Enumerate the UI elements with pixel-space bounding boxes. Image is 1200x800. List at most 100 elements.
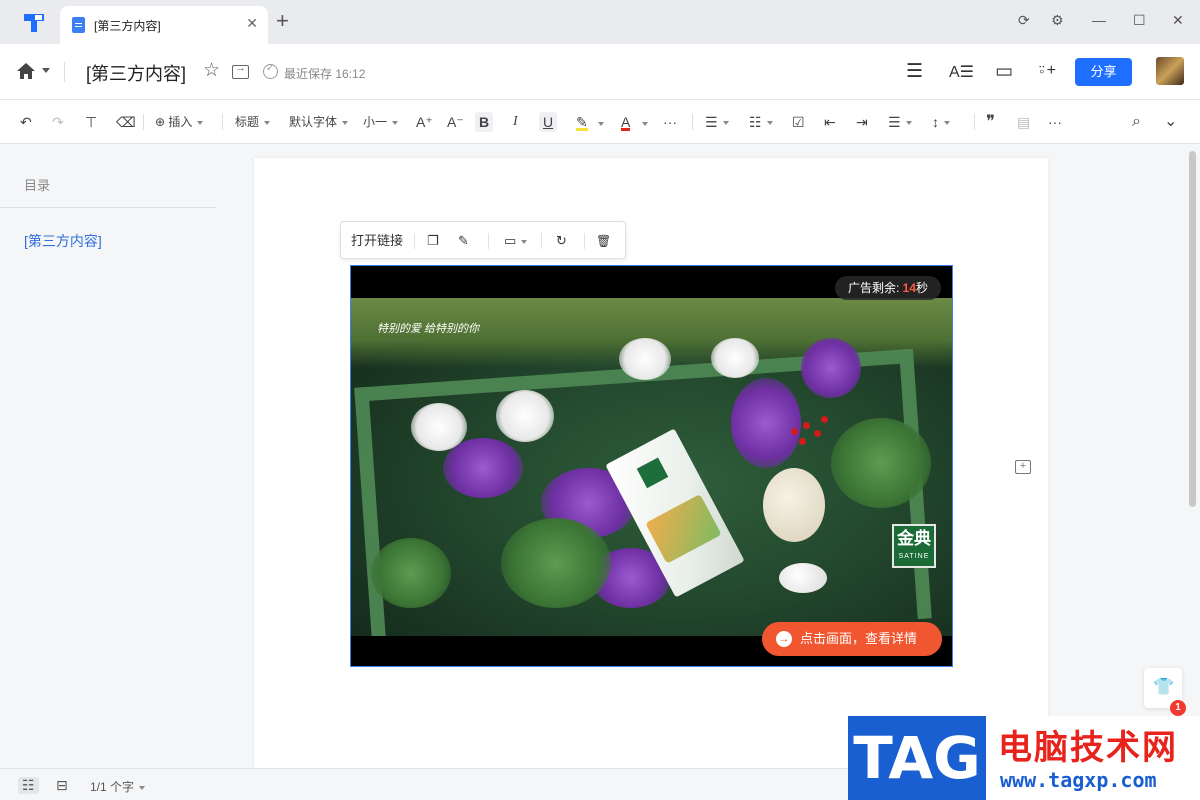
settings-icon[interactable]: ⚙ xyxy=(1051,12,1064,29)
underline-button[interactable]: U xyxy=(539,112,558,132)
more-format-icon[interactable]: ··· xyxy=(663,112,677,132)
window-close-icon[interactable]: ✕ xyxy=(1172,12,1184,29)
bullet-list-icon[interactable]: ☰ xyxy=(705,112,729,132)
lavender xyxy=(443,438,523,498)
clear-format-icon[interactable]: ⌫ xyxy=(116,112,136,132)
toolbar-divider xyxy=(692,114,693,130)
sync-icon[interactable]: ⟳ xyxy=(1018,12,1030,29)
outdent-icon[interactable]: ⇤ xyxy=(824,112,836,132)
copy-icon[interactable]: ❐ xyxy=(427,232,439,250)
watermark-site-name: 电脑技术网 xyxy=(998,729,1178,767)
delete-icon[interactable]: 🗑 xyxy=(596,232,611,250)
document-page[interactable]: 打开链接 ❐ ✎ ▭ ↻ 🗑 特别的爱 给特别的你 金典 SATINE 广告剩余… xyxy=(254,158,1048,770)
red-berry xyxy=(814,430,821,437)
refresh-icon[interactable]: ↻ xyxy=(556,232,567,250)
tab-bar: [第三方内容] ✕ + ⟳ ⚙ — ☐ ✕ xyxy=(0,0,1200,44)
open-link-button[interactable]: 打开链接 xyxy=(351,232,403,250)
indent-icon[interactable]: ⇥ xyxy=(856,112,868,132)
word-count[interactable]: 1/1 个字 xyxy=(90,778,146,795)
ad-details-button[interactable]: → 点击画面，查看详情 xyxy=(762,622,942,656)
shirt-icon: 👕 xyxy=(1153,677,1175,696)
carton-logo xyxy=(636,457,669,489)
red-berry xyxy=(791,428,798,435)
share-button[interactable]: 分享 xyxy=(1075,58,1132,86)
tab-title: [第三方内容] xyxy=(94,19,161,33)
add-comment-icon[interactable]: + xyxy=(1015,460,1031,474)
italic-button[interactable]: I xyxy=(513,112,518,132)
close-tab-icon[interactable]: ✕ xyxy=(246,15,258,32)
document-icon xyxy=(72,17,85,33)
text-style-icon[interactable]: A☰ xyxy=(949,62,974,82)
outline-view-icon[interactable]: ☷ xyxy=(18,777,39,794)
embedded-ad-video[interactable]: 特别的爱 给特别的你 金典 SATINE 广告剩余: 14秒 → 点击画面，查看… xyxy=(350,265,953,667)
toolbar-divider xyxy=(974,114,975,130)
app-logo-icon[interactable] xyxy=(22,12,46,34)
divider-line-icon[interactable]: ▤ xyxy=(1017,112,1030,132)
star-icon[interactable]: ☆ xyxy=(203,59,220,82)
numbered-list-icon[interactable]: ☷ xyxy=(749,112,773,132)
new-tab-icon[interactable]: + xyxy=(276,10,289,32)
heading-select[interactable]: 标题 xyxy=(235,112,271,132)
menu-icon[interactable]: ☰ xyxy=(906,60,923,83)
outline-item[interactable]: [第三方内容] xyxy=(24,231,102,251)
home-icon[interactable] xyxy=(16,62,36,80)
watermark-url: www.tagxp.com xyxy=(1000,768,1157,792)
move-to-folder-icon[interactable] xyxy=(232,62,249,79)
ad-details-label: 点击画面，查看详情 xyxy=(800,631,918,646)
checklist-icon[interactable]: ☑ xyxy=(792,112,805,132)
cotton-flower xyxy=(711,338,759,378)
highlight-icon[interactable]: ✎ xyxy=(576,112,588,131)
cotton-flower xyxy=(496,390,554,442)
outline-divider xyxy=(0,207,216,208)
scrollbar-thumb[interactable] xyxy=(1189,151,1196,507)
home-menu-caret-icon[interactable] xyxy=(42,68,50,73)
ad-countdown: 广告剩余: 14秒 xyxy=(835,276,941,300)
more-insert-icon[interactable]: ··· xyxy=(1048,112,1062,132)
present-icon[interactable]: ▭ xyxy=(995,60,1013,83)
painted-stone xyxy=(763,468,825,542)
save-status: 最近保存 16:12 xyxy=(284,67,366,81)
align-icon[interactable]: ☰ xyxy=(888,112,912,132)
carton-artwork xyxy=(645,494,722,564)
minimize-icon[interactable]: — xyxy=(1092,12,1106,28)
red-berry xyxy=(821,416,828,423)
outline-title: 目录 xyxy=(24,178,51,193)
collapse-toolbar-icon[interactable]: ⌄ xyxy=(1164,112,1177,132)
red-berry xyxy=(803,422,810,429)
embed-toolbar-divider xyxy=(488,233,489,249)
page-view-icon[interactable]: ⊟ xyxy=(56,777,68,794)
white-stone xyxy=(779,563,827,593)
decrease-font-icon[interactable]: A⁻ xyxy=(447,112,464,132)
font-size-select[interactable]: 小一 xyxy=(363,112,399,132)
avatar[interactable] xyxy=(1156,57,1184,85)
scrollbar[interactable] xyxy=(1185,145,1200,768)
add-collaborator-icon[interactable]: ⍤+ xyxy=(1037,62,1056,80)
bold-button[interactable]: B xyxy=(475,112,494,132)
format-painter-icon[interactable]: ⊤ xyxy=(85,112,97,132)
undo-icon[interactable]: ↶ xyxy=(20,112,32,132)
arrow-right-icon: → xyxy=(776,631,792,647)
skin-button[interactable]: 👕 1 xyxy=(1144,668,1186,716)
insert-button[interactable]: ⊕ 插入 xyxy=(155,112,204,132)
green-leaves xyxy=(371,538,451,608)
embed-toolbar-divider xyxy=(584,233,585,249)
search-icon[interactable]: ⌕ xyxy=(1132,112,1141,132)
edit-icon[interactable]: ✎ xyxy=(458,232,469,250)
font-select[interactable]: 默认字体 xyxy=(289,112,349,132)
redo-icon[interactable]: ↷ xyxy=(52,112,64,132)
maximize-icon[interactable]: ☐ xyxy=(1133,12,1146,29)
green-leaves xyxy=(501,518,611,608)
font-color-icon[interactable]: A xyxy=(621,112,631,131)
cotton-flower xyxy=(619,338,671,380)
quote-icon[interactable]: ❞ xyxy=(986,112,995,132)
ad-caption: 特别的爱 给特别的你 xyxy=(377,323,480,335)
document-title[interactable]: [第三方内容] xyxy=(86,60,186,86)
outline-panel: 目录 [第三方内容] xyxy=(0,145,216,768)
embed-toolbar-divider xyxy=(541,233,542,249)
embed-toolbar-divider xyxy=(414,233,415,249)
tab-document[interactable]: [第三方内容] ✕ xyxy=(60,6,268,44)
increase-font-icon[interactable]: A⁺ xyxy=(416,112,433,132)
line-spacing-icon[interactable]: ↕ xyxy=(932,112,950,132)
display-mode-icon[interactable]: ▭ xyxy=(504,232,528,250)
ad-image[interactable]: 特别的爱 给特别的你 金典 SATINE xyxy=(351,298,952,636)
